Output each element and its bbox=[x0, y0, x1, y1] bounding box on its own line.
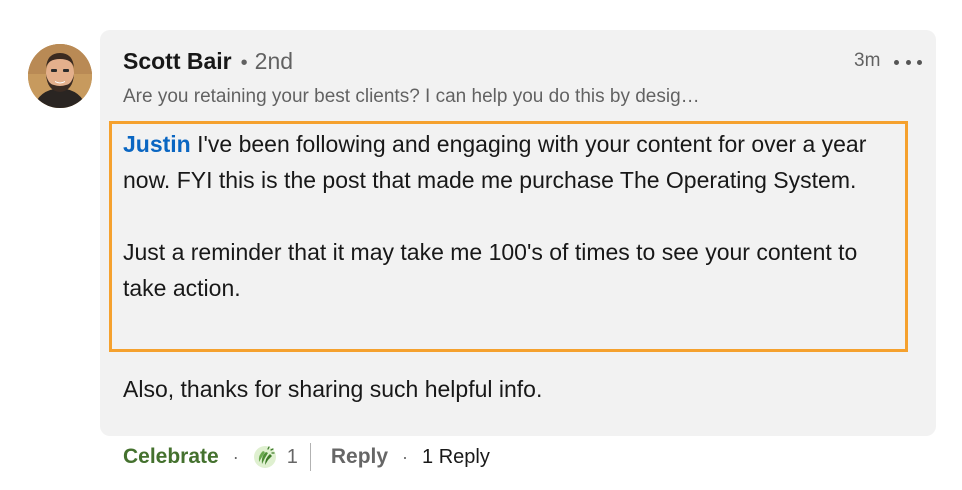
comment-timestamp: 3m bbox=[854, 50, 881, 71]
separator-dot: · bbox=[402, 446, 409, 467]
avatar-photo bbox=[28, 44, 92, 108]
connection-degree: 2nd bbox=[254, 48, 294, 74]
celebrate-reaction-button[interactable]: Celebrate bbox=[123, 445, 219, 469]
reply-count-link[interactable]: 1 Reply bbox=[422, 446, 490, 469]
mention-link[interactable]: Justin bbox=[123, 131, 191, 157]
comment-header: Scott Bair • 2nd bbox=[123, 48, 293, 80]
comment-body: Justin I've been following and engaging … bbox=[123, 126, 898, 306]
more-dot bbox=[894, 59, 899, 65]
divider bbox=[309, 443, 311, 471]
avatar[interactable] bbox=[28, 44, 92, 108]
more-dot bbox=[917, 59, 922, 65]
separator-dot: • bbox=[240, 52, 248, 74]
more-options-icon[interactable] bbox=[894, 50, 922, 74]
celebrate-clapping-hands-icon[interactable] bbox=[253, 445, 277, 469]
reply-button[interactable]: Reply bbox=[331, 445, 388, 469]
author-headline: Are you retaining your best clients? I c… bbox=[123, 86, 700, 107]
comment-paragraph: Also, thanks for sharing such helpful in… bbox=[123, 376, 543, 402]
author-name[interactable]: Scott Bair bbox=[123, 48, 232, 75]
comment-paragraph: Just a reminder that it may take me 100'… bbox=[123, 239, 858, 301]
comment-paragraph-text: I've been following and engaging with yo… bbox=[123, 131, 867, 193]
more-dot bbox=[905, 59, 911, 65]
separator-dot: · bbox=[232, 446, 239, 467]
comment-paragraph: Justin I've been following and engaging … bbox=[123, 126, 898, 198]
comment-actions: Celebrate · 1 Reply · 1 Reply bbox=[123, 440, 490, 474]
reaction-count[interactable]: 1 bbox=[287, 446, 298, 469]
